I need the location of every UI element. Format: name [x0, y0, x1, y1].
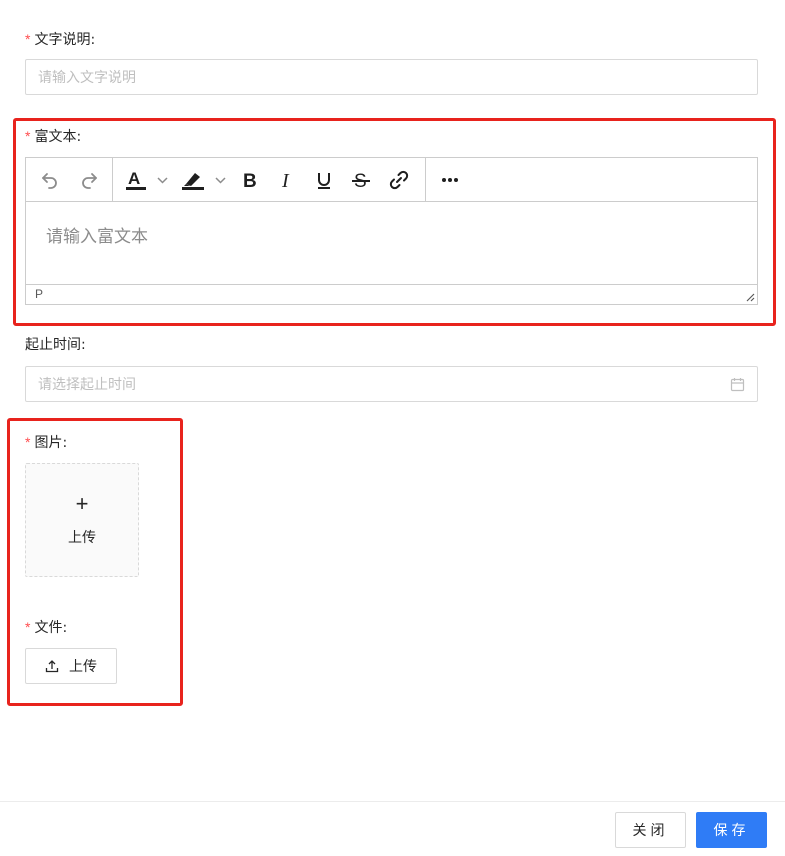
- highlighter-icon: [182, 173, 226, 190]
- toolbar-separator: [112, 158, 113, 201]
- upload-icon: [45, 660, 59, 673]
- svg-text:I: I: [281, 170, 290, 191]
- calendar-icon: [730, 378, 745, 392]
- bold-button[interactable]: B: [236, 166, 264, 194]
- close-button[interactable]: 关闭: [615, 812, 686, 848]
- text-desc-label: * 文字说明:: [25, 31, 96, 48]
- text-desc-input[interactable]: 请输入文字说明: [25, 59, 758, 95]
- underline-icon: [318, 173, 330, 189]
- italic-icon: I: [281, 170, 290, 191]
- toolbar-separator: [425, 158, 426, 201]
- required-mark: *: [25, 128, 31, 144]
- editor-placeholder: 请输入富文本: [46, 227, 148, 247]
- svg-text:B: B: [243, 171, 257, 191]
- file-upload-button[interactable]: 上传: [25, 648, 117, 684]
- undo-icon: [42, 173, 57, 189]
- redo-button[interactable]: [75, 166, 103, 194]
- image-upload-text: 上传: [68, 530, 96, 546]
- link-icon: [389, 170, 409, 190]
- image-label: * 图片:: [25, 434, 68, 451]
- file-upload-text: 上传: [69, 659, 97, 675]
- italic-button[interactable]: I: [273, 166, 301, 194]
- undo-button[interactable]: [36, 166, 64, 194]
- plus-icon: +: [75, 491, 89, 516]
- underline-button[interactable]: [310, 166, 338, 194]
- background-color-button[interactable]: [179, 166, 229, 194]
- save-button[interactable]: 保存: [696, 812, 767, 848]
- editor-toolbar: A B I S: [26, 158, 757, 202]
- element-path: P: [35, 287, 44, 301]
- strikethrough-icon: S: [352, 171, 370, 191]
- bold-icon: B: [243, 171, 257, 191]
- resize-handle-icon[interactable]: [745, 292, 755, 302]
- date-range-picker[interactable]: 请选择起止时间: [25, 366, 758, 402]
- file-label: * 文件:: [25, 619, 68, 636]
- editor-statusbar: P: [26, 284, 757, 304]
- required-mark: *: [25, 434, 31, 450]
- svg-text:A: A: [128, 169, 140, 188]
- required-mark: *: [25, 619, 31, 635]
- redo-icon: [82, 173, 97, 189]
- font-color-icon: A: [126, 169, 168, 190]
- editor-content-area[interactable]: 请输入富文本: [26, 202, 757, 285]
- rich-text-editor: A B I S 请输入富文本 P: [25, 157, 758, 305]
- image-upload-card[interactable]: + 上传: [25, 463, 139, 577]
- date-range-label: 起止时间:: [25, 337, 86, 353]
- text-desc-placeholder: 请输入文字说明: [38, 70, 136, 86]
- rich-text-label: * 富文本:: [25, 128, 82, 145]
- more-icon: [442, 178, 458, 182]
- font-color-button[interactable]: A: [122, 166, 172, 194]
- strikethrough-button[interactable]: S: [347, 166, 375, 194]
- required-mark: *: [25, 31, 31, 47]
- more-button[interactable]: [436, 166, 464, 194]
- modal-footer: 关闭 保存: [0, 801, 785, 856]
- date-range-placeholder: 请选择起止时间: [38, 377, 136, 393]
- link-button[interactable]: [385, 166, 413, 194]
